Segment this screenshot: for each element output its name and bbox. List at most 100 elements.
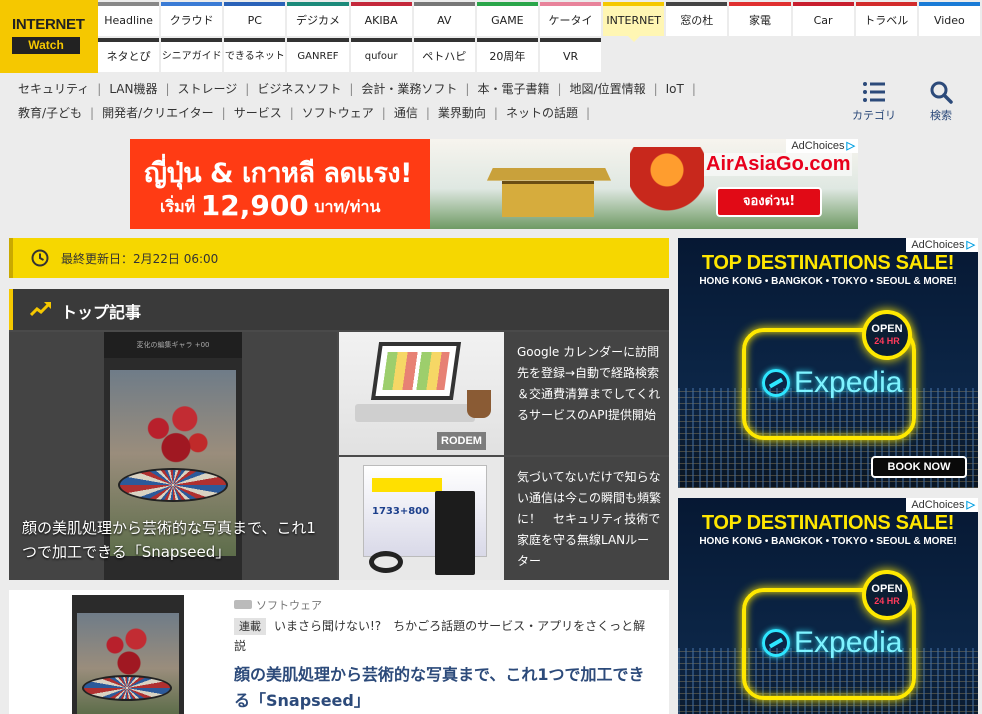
side-ad-subline: HONG KONG • BANGKOK • TOKYO • SEOUL & MO… [699,536,957,547]
tab-6[interactable]: AV [413,2,475,36]
side-ad-1[interactable]: TOP DESTINATIONS SALE! HONG KONG • BANGKO… [678,238,978,488]
side-ad-headline: TOP DESTINATIONS SALE! [701,512,955,534]
category-link-2-3[interactable]: サービス [234,104,282,121]
category-separator: | [691,82,696,96]
laptop-screen-image [370,342,462,400]
tab-11[interactable]: 家電 [729,2,791,36]
side-ad-subline: HONG KONG • BANGKOK • TOKYO • SEOUL & MO… [699,276,957,287]
temple-image [502,181,594,217]
category-separator: | [381,106,386,120]
expedia-logo: Expedia [762,626,902,660]
tab-sub-7[interactable]: 20周年 [476,38,538,72]
search-button[interactable]: 検索 [929,80,953,123]
article-category-label: ソフトウェア [256,599,322,612]
feature-article[interactable]: 変化の編集ギャラ +00 顔の美肌処理から芸術的な写真まで、これ1つで加工できる… [9,332,337,580]
expedia-wordmark: Expedia [794,626,903,659]
category-link-1-6[interactable]: 本・電子書籍 [477,80,549,97]
series-title: いまさら聞けない!? ちかごろ話題のサービス・アプリをさくっと解説 [234,619,646,653]
adchoices-badge[interactable]: AdChoices ▷ [906,498,978,512]
category-link-1-4[interactable]: ビジネスソフト [257,80,341,97]
tab-3[interactable]: PC [224,2,286,36]
site-logo[interactable]: INTERNET Watch [0,0,98,73]
ad-cta-button[interactable]: จองด่วน! [716,187,822,217]
router-device-image [435,491,475,575]
tab-8[interactable]: ケータイ [539,2,602,36]
side-ad-2[interactable]: TOP DESTINATIONS SALE! HONG KONG • BANGKO… [678,498,978,714]
mascot-image [630,147,704,229]
side-ad-headline: TOP DESTINATIONS SALE! [701,252,955,274]
category-link-2-5[interactable]: 通信 [394,104,418,121]
open-24hr-badge: OPEN 24 HR [862,310,912,360]
plum-tree-image [94,621,164,681]
tab-10[interactable]: 窓の杜 [666,2,728,36]
category-link-1-2[interactable]: LAN機器 [109,80,157,97]
category-bar: セキュリティ | LAN機器 | ストレージ | ビジネスソフト | 会計・業務ソフト | 本・電子… [0,73,982,129]
tab-sub-8[interactable]: VR [539,38,602,72]
top-articles-header: トップ記事 [9,289,669,330]
adchoices-badge[interactable]: AdChoices ▷ [906,238,978,252]
globe-plane-icon [762,369,790,397]
tab-13[interactable]: トラベル [855,2,917,36]
adchoices-icon: ▷ [966,239,975,251]
open-label: OPEN [871,583,903,595]
open-24hr-badge: OPEN 24 HR [862,570,912,620]
tab-9[interactable]: INTERNET [603,2,665,42]
article-list-item[interactable]: ソフトウェア 連載 いまさら聞けない!? ちかごろ話題のサービス・アプリをさくっと… [9,590,669,714]
article-thumbnail[interactable] [72,595,184,714]
ad-brand: AirAsiaGo.com [704,153,853,176]
article-series[interactable]: 連載 いまさら聞けない!? ちかごろ話題のサービス・アプリをさくっと解説 [234,616,654,656]
article-category[interactable]: ソフトウェア [234,597,322,613]
tab-sub-3[interactable]: できるネット [224,38,286,72]
adchoices-icon: ▷ [966,499,975,511]
tab-sub-4[interactable]: GANREF [287,38,349,72]
side-article-2-title[interactable]: 気づいてないだけで知らない通信は今この瞬間も頻繁に！ セキュリティ技術で家庭を守… [517,467,661,572]
mosaic-table-image [118,468,228,502]
tab-7[interactable]: GAME [476,2,538,36]
open-hours-label: 24 HR [874,336,900,346]
book-now-button[interactable]: BOOK NOW [871,456,967,478]
category-link-2-7[interactable]: ネットの話題 [506,104,578,121]
category-menu-button[interactable]: カテゴリ [852,80,896,123]
tab-sub-5[interactable]: qufour [350,38,412,72]
tab-sub-6[interactable]: ペトハピ [413,38,475,72]
phone-screen-bar: 変化の編集ギャラ +00 [104,332,242,358]
open-hours-label: 24 HR [874,596,900,606]
tab-2[interactable]: クラウド [161,2,223,36]
category-link-2-2[interactable]: 開発者/クリエイター [102,104,214,121]
side-article-1[interactable]: RODEM Google カレンダーに訪問先を登録→自動で経路検索＆交通費清算ま… [339,332,669,455]
adchoices-badge[interactable]: AdChoices ▷ [786,139,858,153]
tab-12[interactable]: Car [792,2,854,36]
tab-14[interactable]: Video [918,2,980,36]
category-link-2-1[interactable]: 教育/子ども [18,104,82,121]
top-articles-section: トップ記事 変化の編集ギャラ +00 顔の美肌処理から芸術的な写真まで、これ1つ… [9,289,669,580]
category-separator: | [289,106,294,120]
router-box-label: 1733+800 [372,506,430,517]
category-link-1-1[interactable]: セキュリティ [18,80,89,97]
tab-5[interactable]: AKIBA [350,2,412,36]
last-updated-bar: 最終更新日：2月22日 06:00 [9,238,669,278]
logo-text-bottom: Watch [12,37,80,54]
category-link-1-7[interactable]: 地図/位置情報 [570,80,646,97]
side-article-2-thumbnail: 1733+800 [339,457,504,580]
leaderboard-ad[interactable]: ญี่ปุ่น & เกาหลี ลดแรง! เริ่มที่ 12,900 … [130,139,858,229]
series-badge: 連載 [234,618,266,635]
category-link-1-5[interactable]: 会計・業務ソフト [361,80,457,97]
category-separator: | [349,82,354,96]
feature-article-title[interactable]: 顔の美肌処理から芸術的な写真まで、これ1つで加工できる「Snapseed」 [22,516,328,564]
category-link-2-4[interactable]: ソフトウェア [302,104,374,121]
category-link-1-8[interactable]: IoT [666,82,684,96]
category-link-1-3[interactable]: ストレージ [178,80,238,97]
tab-sub-1[interactable]: ネタとぴ [98,38,160,72]
category-link-2-6[interactable]: 業界動向 [438,104,486,121]
tab-1[interactable]: Headline [98,2,160,36]
adchoices-label: AdChoices [911,499,965,511]
logo-mark: INTERNET Watch [12,16,92,58]
article-title[interactable]: 顔の美肌処理から芸術的な写真まで、これ1つで加工できる「Snapseed」 [234,662,654,714]
tab-sub-2[interactable]: シニアガイド [161,38,223,72]
laptop-keyboard-image [355,404,475,422]
category-row-2: 教育/子ども | 開発者/クリエイター | サービス | ソフトウェア | 通信 | 業界動向 | ネッ… [18,104,598,124]
side-article-1-title[interactable]: Google カレンダーに訪問先を登録→自動で経路検索＆交通費清算までしてくれる… [517,342,661,426]
side-article-2[interactable]: 1733+800 気づいてないだけで知らない通信は今この瞬間も頻繁に！ セキュリ… [339,457,669,580]
tab-4[interactable]: デジカメ [287,2,349,36]
ad-price: เริ่มที่ 12,900 บาท/ท่าน [160,189,380,222]
